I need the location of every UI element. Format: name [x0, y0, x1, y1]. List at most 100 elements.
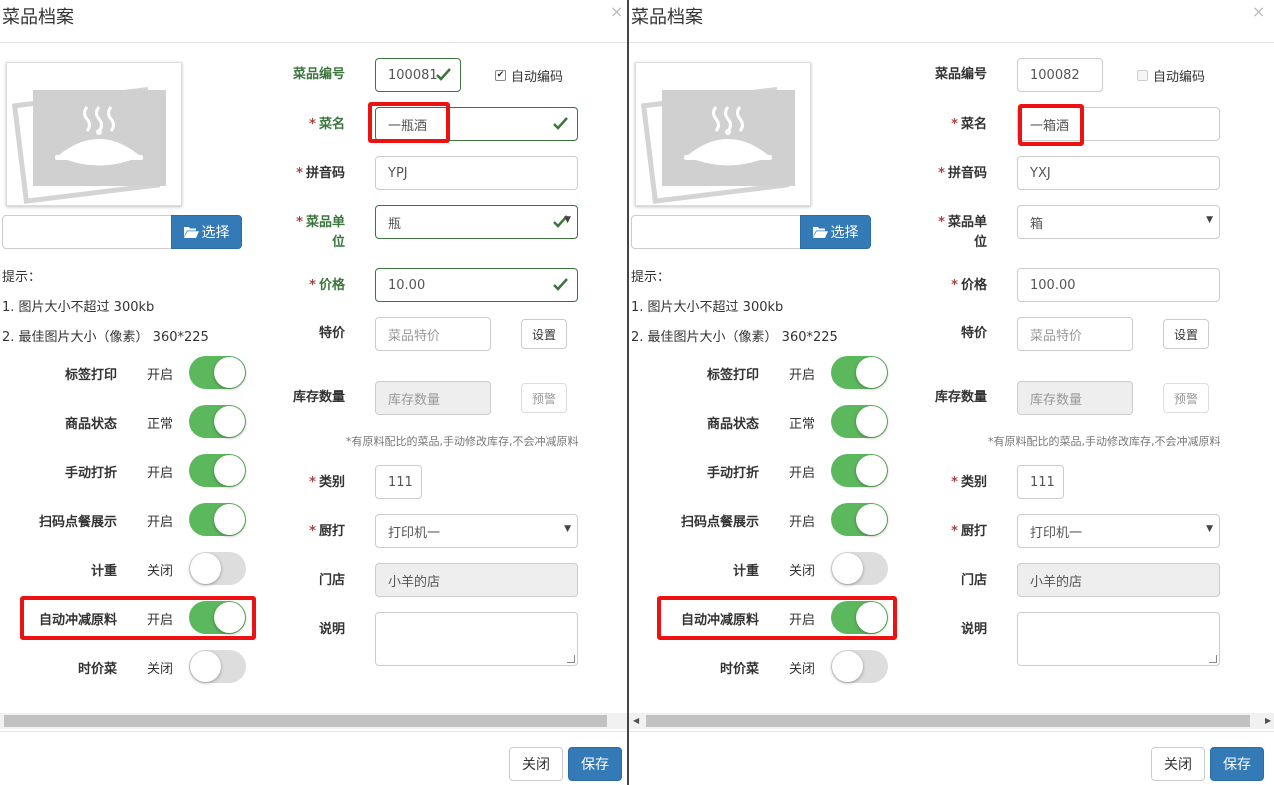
dish-unit-value: 瓶: [388, 216, 402, 232]
scrollbar-thumb[interactable]: [646, 715, 1250, 727]
switch-label: 标签打印: [64, 368, 117, 383]
kitchen-printer-select[interactable]: 打印机一 ▼: [375, 514, 578, 548]
switch-toggle[interactable]: [831, 454, 888, 487]
dialog-header: 菜品档案 ×: [0, 0, 627, 43]
switch-state: 开启: [147, 515, 174, 530]
switch-state: 开启: [789, 368, 816, 383]
switch-toggle[interactable]: [831, 552, 888, 585]
special-price-input[interactable]: 菜品特价: [1017, 317, 1133, 351]
switch-toggle[interactable]: [189, 405, 246, 438]
choose-image-button[interactable]: 选择: [171, 215, 242, 249]
store-label: 门店: [318, 573, 345, 588]
chevron-down-icon: ▼: [1206, 524, 1213, 534]
price-input[interactable]: 10.00: [375, 268, 578, 302]
folder-open-icon: [183, 227, 199, 238]
switch-toggle[interactable]: [189, 356, 246, 389]
dish-code-label: 菜品编号: [934, 67, 987, 82]
set-special-price-button[interactable]: 设置: [1163, 319, 1209, 349]
category-label: * 类别: [951, 475, 987, 490]
price-input[interactable]: 100.00: [1017, 268, 1220, 302]
switch-toggle[interactable]: [189, 454, 246, 487]
store-label: 门店: [960, 573, 987, 588]
dish-code-input[interactable]: 100081: [375, 58, 461, 92]
check-icon: [553, 117, 568, 130]
switch-row-market-price: 时价菜 关闭: [642, 650, 902, 684]
dish-unit-select[interactable]: 箱 ▼: [1017, 205, 1220, 239]
pinyin-input[interactable]: YXJ: [1017, 156, 1220, 190]
switch-state: 正常: [789, 417, 816, 432]
image-path-input[interactable]: [631, 215, 801, 249]
switch-row-qr-display: 扫码点餐展示 开启: [0, 503, 260, 537]
pinyin-input[interactable]: YPJ: [375, 156, 578, 190]
price-label: * 价格: [309, 278, 345, 293]
auto-code-label: 自动编码: [511, 70, 564, 85]
switch-row-label-print: 标签打印 开启: [0, 356, 260, 390]
description-textarea[interactable]: [1017, 612, 1220, 666]
image-path-input[interactable]: [2, 215, 172, 249]
tip-size: 1. 图片大小不超过 300kb: [631, 300, 784, 315]
kitchen-printer-value: 打印机一: [1030, 525, 1083, 541]
switch-label: 商品状态: [64, 417, 117, 432]
folder-open-icon: [812, 227, 828, 238]
switch-label: 手动打折: [64, 466, 117, 481]
close-button[interactable]: 关闭: [1151, 747, 1205, 781]
horizontal-scrollbar[interactable]: [0, 713, 627, 729]
stock-alert-button: 预警: [521, 383, 567, 413]
switch-toggle[interactable]: [831, 650, 888, 683]
close-icon[interactable]: ×: [1252, 2, 1265, 21]
kitchen-printer-value: 打印机一: [388, 525, 441, 541]
category-input[interactable]: 111: [1017, 465, 1064, 499]
special-price-input[interactable]: 菜品特价: [375, 317, 491, 351]
close-button[interactable]: 关闭: [509, 747, 563, 781]
scroll-left-arrow-icon[interactable]: ◀: [633, 716, 639, 725]
set-special-price-button[interactable]: 设置: [521, 319, 567, 349]
switch-toggle[interactable]: [831, 503, 888, 536]
chevron-down-icon: ▼: [564, 524, 571, 534]
save-button[interactable]: 保存: [568, 747, 622, 781]
scrollbar-thumb[interactable]: [4, 715, 607, 727]
tip-dimension: 2. 最佳图片大小（像素） 360*225: [2, 330, 209, 345]
switch-state: 关闭: [789, 662, 816, 677]
dish-unit-select[interactable]: 瓶 ▼: [375, 205, 578, 239]
tip-title: 提示：: [631, 270, 671, 285]
switch-toggle[interactable]: [189, 650, 246, 683]
category-value: 111: [1030, 474, 1055, 490]
resize-grip-icon[interactable]: [567, 655, 575, 663]
kitchen-printer-select[interactable]: 打印机一 ▼: [1017, 514, 1220, 548]
price-value: 10.00: [388, 277, 426, 293]
switch-label: 标签打印: [706, 368, 759, 383]
switch-toggle[interactable]: [831, 405, 888, 438]
store-value: 小羊的店: [388, 574, 441, 590]
switch-toggle[interactable]: [831, 356, 888, 389]
switch-toggle[interactable]: [189, 503, 246, 536]
description-label: 说明: [960, 622, 987, 637]
stock-note: *有原料配比的菜品,手动修改库存,不会冲减原料: [346, 435, 579, 448]
switch-row-manual-discount: 手动打折 开启: [0, 454, 260, 488]
choose-image-button[interactable]: 选择: [800, 215, 871, 249]
category-input[interactable]: 111: [375, 465, 422, 499]
auto-code-checkbox[interactable]: ✔ 自动编码: [495, 66, 563, 85]
auto-code-checkbox[interactable]: 自动编码: [1137, 66, 1205, 85]
switch-label: 计重: [90, 564, 117, 579]
store-input: 小羊的店: [1017, 563, 1220, 597]
save-button[interactable]: 保存: [1210, 747, 1264, 781]
horizontal-scrollbar[interactable]: ◀ ▶: [629, 713, 1274, 729]
switch-toggle[interactable]: [189, 552, 246, 585]
category-value: 111: [388, 474, 413, 490]
switch-label: 扫码点餐展示: [680, 515, 759, 530]
dish-photo-placeholder: [6, 62, 182, 206]
highlight-box-auto-deduct: [657, 596, 897, 640]
switch-state: 开启: [789, 466, 816, 481]
scroll-right-arrow-icon[interactable]: ▶: [1265, 716, 1271, 725]
switch-knob: [214, 406, 245, 437]
description-textarea[interactable]: [375, 612, 578, 666]
dish-code-input[interactable]: 100082: [1017, 58, 1103, 92]
switch-label: 计重: [732, 564, 759, 579]
switch-row-weighing: 计重 关闭: [642, 552, 902, 586]
highlight-box-dish-name: [1018, 104, 1084, 146]
resize-grip-icon[interactable]: [1209, 655, 1217, 663]
pinyin-label: * 拼音码: [938, 166, 987, 181]
checkbox-icon: [1137, 70, 1148, 81]
switch-knob: [856, 504, 887, 535]
close-icon[interactable]: ×: [610, 2, 623, 21]
